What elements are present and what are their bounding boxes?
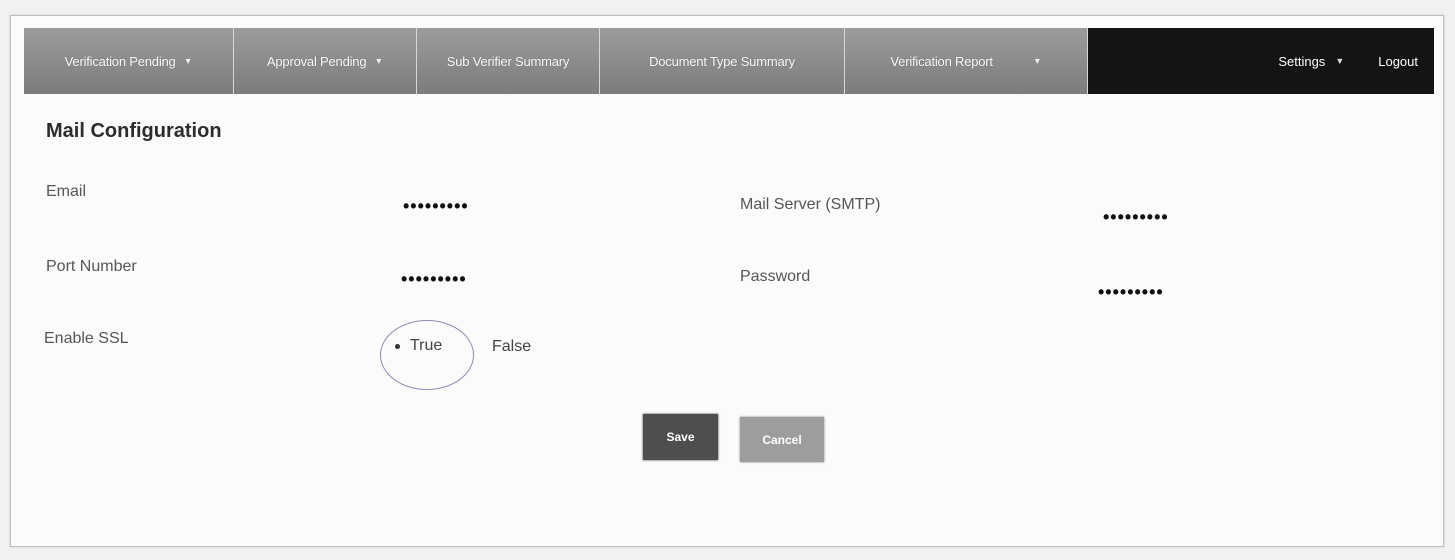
nav-settings[interactable]: Settings ▼	[1278, 54, 1344, 69]
ssl-radio-false[interactable]: False	[492, 338, 531, 356]
chevron-down-icon: ▼	[183, 56, 193, 66]
nav-settings-label: Settings	[1278, 53, 1326, 69]
nav-label: Verification Pending	[64, 53, 176, 69]
nav-approval-pending[interactable]: Approval Pending ▼	[234, 28, 417, 94]
ssl-radio-true[interactable]: True	[395, 337, 442, 355]
email-label: Email	[46, 183, 87, 200]
nav-label: Approval Pending	[266, 53, 367, 69]
radio-label: False	[492, 338, 532, 355]
ssl-radio-group: True False	[380, 320, 580, 390]
nav-verification-pending[interactable]: Verification Pending ▼	[24, 28, 234, 94]
port-label: Port Number	[46, 258, 137, 275]
chevron-down-icon: ▼	[1032, 56, 1042, 66]
email-field[interactable]: •••••••••	[403, 196, 469, 217]
top-navbar: Verification Pending ▼ Approval Pending …	[24, 28, 1434, 94]
cancel-button[interactable]: Cancel	[740, 417, 824, 462]
password-field[interactable]: •••••••••	[1098, 282, 1164, 303]
nav-right-section: Settings ▼ Logout	[1088, 28, 1434, 94]
highlight-circle	[380, 320, 474, 390]
ssl-label: Enable SSL	[44, 330, 129, 347]
save-button[interactable]: Save	[643, 414, 718, 460]
chevron-down-icon: ▼	[374, 56, 384, 66]
page-frame	[10, 15, 1444, 547]
nav-verification-report[interactable]: Verification Report ▼	[845, 28, 1088, 94]
nav-label: Verification Report	[890, 53, 993, 69]
nav-logout[interactable]: Logout	[1378, 54, 1418, 69]
smtp-label: Mail Server (SMTP)	[740, 196, 881, 213]
radio-selected-icon	[395, 343, 400, 349]
nav-label: Sub Verifier Summary	[446, 53, 570, 69]
password-label: Password	[740, 268, 811, 285]
chevron-down-icon: ▼	[1335, 56, 1345, 66]
smtp-field[interactable]: •••••••••	[1103, 207, 1169, 228]
page-title: Mail Configuration	[46, 120, 222, 142]
nav-label: Document Type Summary	[649, 53, 795, 69]
port-field[interactable]: •••••••••	[401, 269, 467, 290]
radio-label: True	[410, 337, 443, 354]
nav-document-type-summary[interactable]: Document Type Summary	[600, 28, 845, 94]
nav-sub-verifier-summary[interactable]: Sub Verifier Summary	[417, 28, 600, 94]
